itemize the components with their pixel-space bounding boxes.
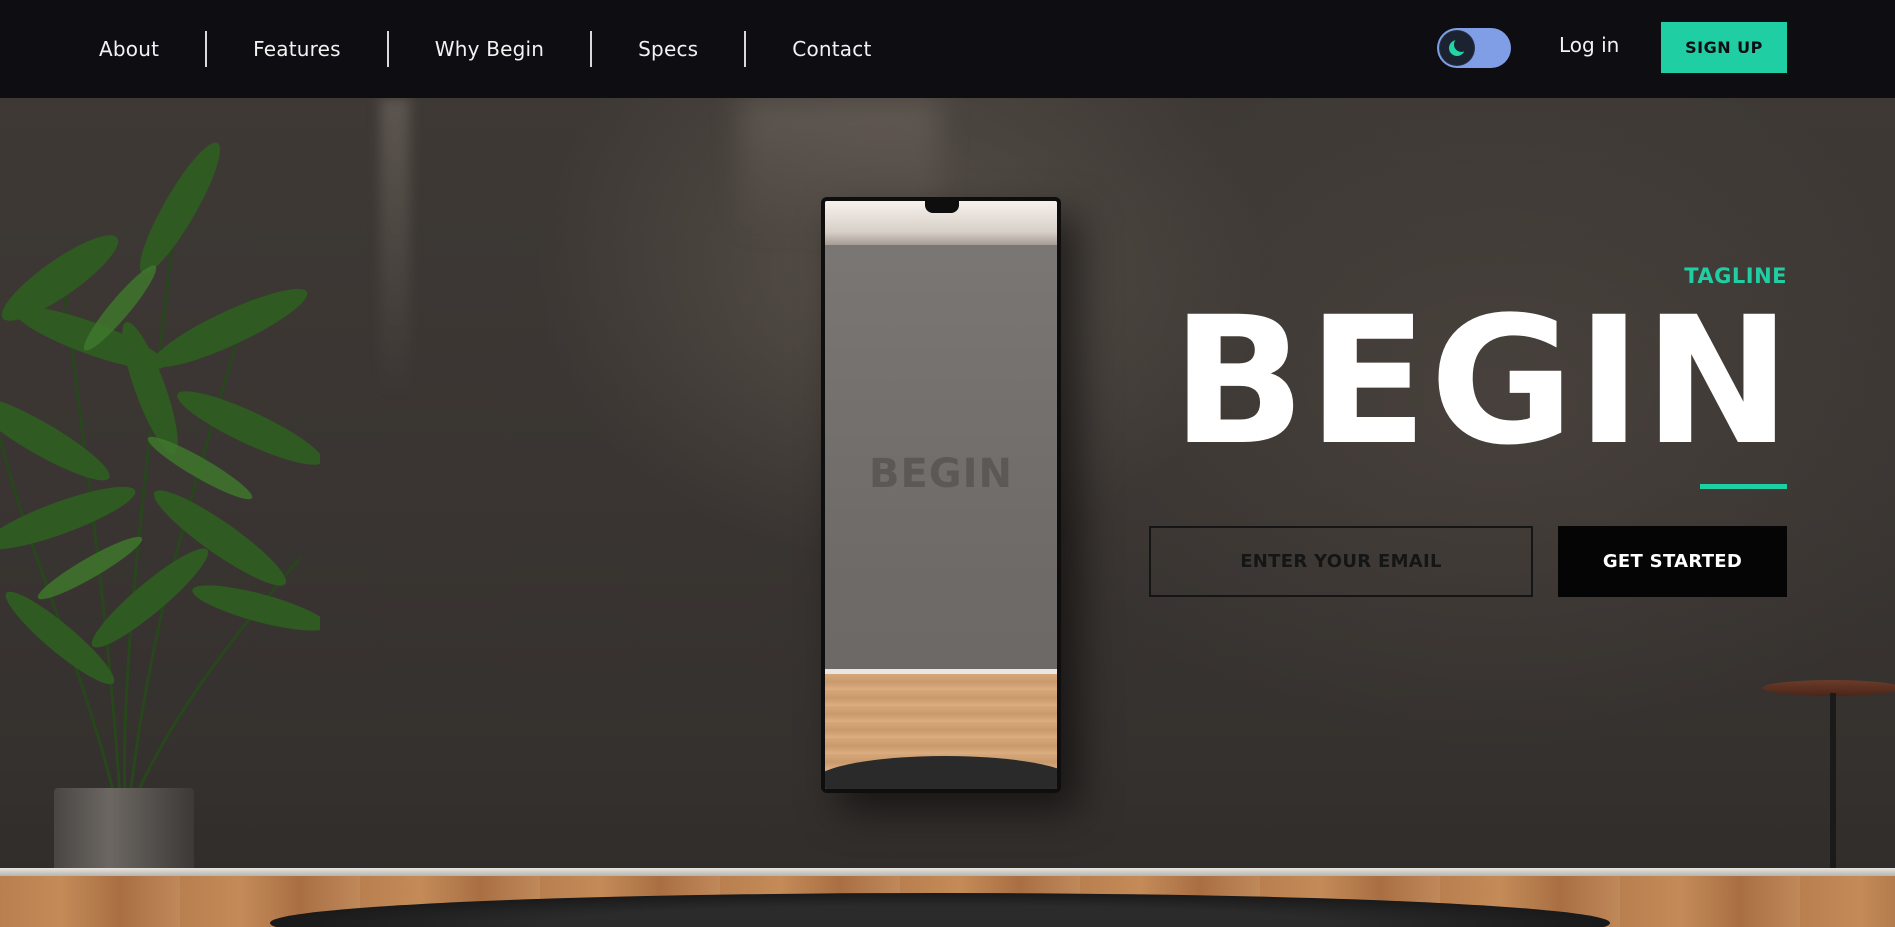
side-table-leg [1830,693,1836,893]
hero-section: BEGIN TAGLINE BEGIN GET STARTED [0,98,1895,927]
nav-link-contact[interactable]: Contact [792,37,871,61]
nav-link-about[interactable]: About [99,37,159,61]
hero-headline: BEGIN [1171,279,1793,484]
nav-link-specs[interactable]: Specs [638,37,698,61]
wall-light-reflection [380,98,410,398]
accent-underline [1700,484,1787,489]
side-table [1762,680,1895,696]
plant-illustration [0,142,320,799]
moon-icon [1449,37,1469,56]
nav-divider [205,31,208,67]
mirror-brand-logo: BEGIN [868,451,1013,497]
signup-button[interactable]: SIGN UP [1661,22,1787,73]
theme-toggle[interactable] [1437,28,1511,68]
login-link[interactable]: Log in [1559,33,1619,57]
mirror-camera-notch [925,201,959,213]
email-input[interactable] [1149,526,1533,597]
top-nav: About Features Why Begin Specs Contact L… [0,0,1895,98]
nav-divider [744,31,747,67]
toggle-knob [1440,31,1474,65]
smart-mirror-product: BEGIN [821,197,1061,793]
nav-links: About Features Why Begin Specs Contact [99,0,872,98]
get-started-button[interactable]: GET STARTED [1558,526,1787,597]
nav-divider [386,31,389,67]
nav-divider [590,31,593,67]
nav-link-why-begin[interactable]: Why Begin [435,37,544,61]
baseboard [0,868,1895,876]
mirror-reflection-rug [825,756,1057,789]
nav-link-features[interactable]: Features [253,37,341,61]
